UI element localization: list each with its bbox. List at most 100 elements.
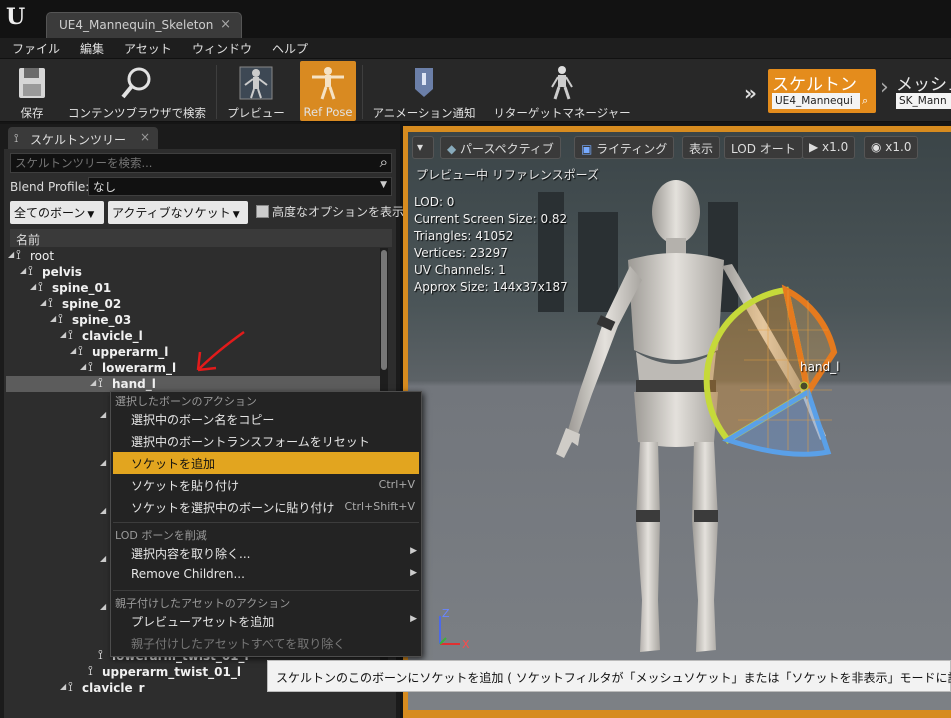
skeleton-asset-field[interactable]: UE4_Mannequi [772,93,860,109]
menu-item-paste-socket[interactable]: ソケットを貼り付け Ctrl+V [113,474,419,496]
tab-skeleton-tree[interactable]: ⟟ スケルトンツリー × [8,127,158,149]
bone-row-spine-03[interactable]: ◢ ⟟ spine_03 [6,312,380,328]
bone-icon: ⟟ [68,328,73,343]
expand-caret-icon[interactable]: ◢ [80,362,86,371]
menu-item-reset-transforms[interactable]: 選択中のボーントランスフォームをリセット [113,430,419,452]
menu-item-remove-selected[interactable]: 選択内容を取り除く... ▶ [113,542,419,564]
expand-caret-icon[interactable]: ◢ [70,346,76,355]
perspective-button[interactable]: ◆ パースペクティブ [440,136,561,159]
skeleton-search-box[interactable]: ⌕ [10,153,392,173]
playback-speed-button[interactable]: ▶ x1.0 [802,136,856,159]
mesh-asset-field[interactable]: SK_Mann [896,93,951,109]
bone-icon: ⟟ [38,280,43,295]
expand-caret-icon[interactable]: ◢ [100,554,106,563]
bone-label: upperarm_twist_01_l [102,665,241,679]
expand-caret-icon[interactable]: ◢ [100,506,106,515]
expand-caret-icon[interactable]: ◢ [40,298,46,307]
chevron-down-icon: ▼ [87,210,95,220]
camera-speed-button[interactable]: ◉ x1.0 [864,136,919,159]
expand-caret-icon[interactable]: ◢ [30,282,36,291]
ref-pose-button[interactable]: Ref Pose [300,61,356,121]
playback-speed-label: x1.0 [822,140,849,154]
preview-viewport[interactable]: ▾ ◆ パースペクティブ ▣ ライティング 表示 LOD オート ▶ x1.0 … [408,132,951,710]
bone-row-spine-01[interactable]: ◢ ⟟ spine_01 [6,280,380,296]
bone-row-hand-l[interactable]: ◢ ⟟ hand_l [6,376,380,392]
mesh-mode-tab[interactable]: メッシュ SK_Mann [894,69,951,113]
expand-caret-icon[interactable]: ◢ [60,682,66,691]
menu-item-paste-socket-to-selected[interactable]: ソケットを選択中のボーンに貼り付け Ctrl+Shift+V [113,496,419,518]
expand-caret-icon[interactable]: ◢ [100,602,106,611]
expand-caret-icon[interactable]: ◢ [60,330,66,339]
socket-filter-dropdown[interactable]: アクティブなソケット ▼ [108,201,248,224]
expand-caret-icon[interactable]: ◢ [100,458,106,467]
bone-filter-label: 全てのボーン [14,206,86,220]
menu-item-add-preview-asset[interactable]: プレビューアセットを追加 ▶ [113,610,419,632]
menu-bar: ファイル 編集 アセット ウィンドウ ヘルプ [0,38,951,58]
bone-label: clavicle_r [82,681,145,693]
bone-label: spine_03 [72,313,132,327]
lighting-button[interactable]: ▣ ライティング [574,136,675,159]
expand-caret-icon[interactable]: ◢ [20,266,26,275]
unreal-logo-icon[interactable]: U [6,4,32,30]
close-icon[interactable]: × [140,130,150,144]
skeleton-mode-tab[interactable]: スケルトン UE4_Mannequi ⌕ [768,69,876,113]
bone-label: spine_01 [52,281,112,295]
perspective-label: パースペクティブ [460,142,554,156]
menu-asset[interactable]: アセット [124,40,172,57]
save-button[interactable]: 保存 [6,61,58,121]
bone-icon: ⟟ [58,312,63,327]
chevron-right-icon: ▶ [410,546,417,556]
skeleton-mode-title: スケルトン [772,75,857,95]
animation-notify-label: アニメーション通知 [372,106,476,120]
bone-row-pelvis[interactable]: ◢ ⟟ pelvis [6,264,380,280]
menu-item-add-socket[interactable]: ソケットを追加 [113,452,419,474]
mannequin-mesh[interactable] [508,180,848,660]
menu-item-copy-bone-names[interactable]: 選択中のボーン名をコピー [113,408,419,430]
mode-expand-icon[interactable]: » [744,81,757,105]
bone-icon: ⟟ [16,248,21,263]
lod-label: LOD オート [731,142,796,156]
menu-item-remove-all-attached[interactable]: 親子付けしたアセットすべてを取り除く [113,632,419,654]
socket-filter-label: アクティブなソケット [112,206,231,220]
axis-gizmo-icon: Z X [439,608,470,651]
search-icon[interactable]: ⌕ [380,153,388,171]
mesh-mode-title: メッシュ [896,75,951,95]
bone-icon: ⟟ [98,648,103,663]
animation-notify-button[interactable]: アニメーション通知 [368,61,480,121]
expand-caret-icon[interactable]: ◢ [100,410,106,419]
expand-caret-icon[interactable]: ◢ [90,378,96,387]
close-icon[interactable]: × [220,17,231,32]
menu-item-remove-children[interactable]: Remove Children... ▶ [113,564,419,586]
tab-skeleton-tree-label: スケルトンツリー [30,133,127,147]
chevron-down-icon: ▼ [232,210,240,220]
ref-pose-label: Ref Pose [303,105,353,119]
menu-file[interactable]: ファイル [12,40,60,57]
menu-item-label: 親子付けしたアセットすべてを取り除く [131,637,346,651]
tree-scrollbar-thumb[interactable] [381,250,387,370]
bone-row-root[interactable]: ◢ ⟟ root [6,248,380,264]
bone-label: hand_l [112,377,156,391]
show-button[interactable]: 表示 [682,136,721,159]
expand-caret-icon[interactable]: ◢ [50,314,56,323]
preview-button[interactable]: プレビュー [222,61,290,121]
document-tab[interactable]: UE4_Mannequin_Skeleton × [46,12,242,38]
bone-icon: ⟟ [78,344,83,359]
bone-row-spine-02[interactable]: ◢ ⟟ spine_02 [6,296,380,312]
viewport-options-button[interactable]: ▾ [412,136,434,159]
column-header-name[interactable]: 名前 [10,229,392,247]
expand-caret-icon[interactable]: ◢ [8,250,14,259]
chevron-right-icon: › [880,75,889,100]
search-icon[interactable]: ⌕ [862,94,868,108]
menu-window[interactable]: ウィンドウ [192,40,252,57]
bone-icon: ⟟ [48,296,53,311]
retarget-manager-button[interactable]: リターゲットマネージャー [488,61,636,121]
blend-profile-select[interactable]: なし ▼ [88,177,392,196]
find-in-content-browser-button[interactable]: コンテンツブラウザで検索 [62,61,212,121]
shortcut-label: Ctrl+Shift+V [344,500,415,513]
menu-edit[interactable]: 編集 [80,40,104,57]
menu-help[interactable]: ヘルプ [272,40,308,57]
lod-auto-button[interactable]: LOD オート [724,136,803,159]
advanced-options-checkbox[interactable] [256,205,269,218]
skeleton-search-input[interactable] [15,155,365,171]
bone-filter-dropdown[interactable]: 全てのボーン ▼ [10,201,104,224]
